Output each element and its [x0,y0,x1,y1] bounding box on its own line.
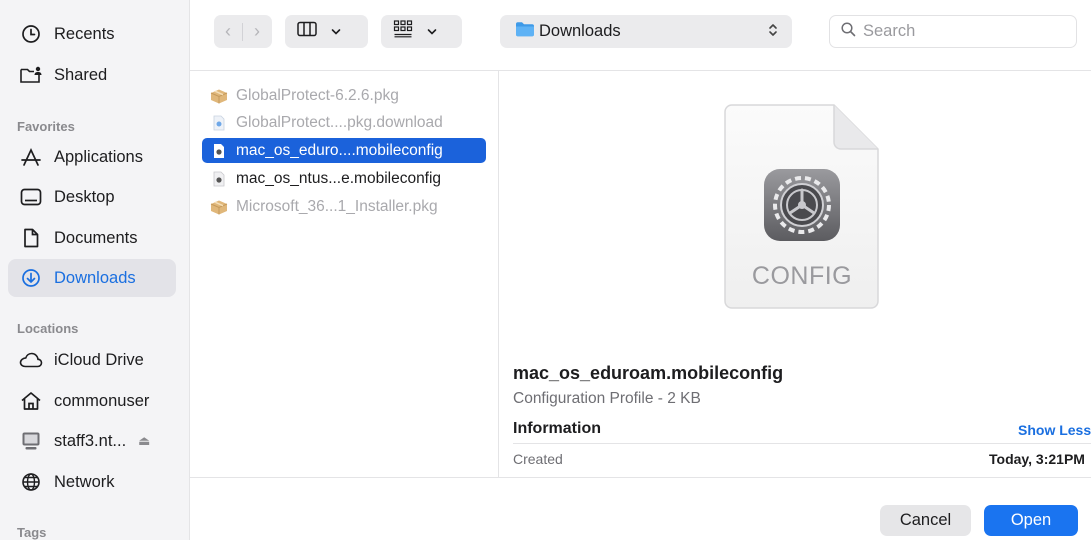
divider [190,477,1091,478]
sidebar: Recents Shared Favorites Applications De… [0,0,190,540]
download-icon [18,265,44,291]
preview-icon-label: CONFIG [751,262,853,290]
chevron-down-icon [427,23,437,41]
file-item[interactable]: GlobalProtect-6.2.6.pkg [202,83,486,108]
file-item[interactable]: mac_os_ntus...e.mobileconfig [202,166,486,191]
file-name: mac_os_eduro....mobileconfig [236,141,443,159]
globe-icon [18,469,44,495]
package-icon [210,87,228,105]
grid-group-icon [393,20,413,43]
created-value: Today, 3:21PM [989,451,1085,467]
sidebar-item-network[interactable]: Network [8,463,176,501]
created-label: Created [513,451,563,467]
applications-icon [18,144,44,170]
cancel-button[interactable]: Cancel [880,505,971,536]
favorites-header: Favorites [17,119,75,134]
config-file-icon [210,170,228,188]
sidebar-item-label: staff3.nt... [54,431,127,450]
information-header: Information [513,420,601,437]
package-icon [210,198,228,216]
sidebar-item-label: Shared [54,65,108,84]
group-by-button[interactable] [381,15,462,48]
cloud-icon [18,347,44,373]
sidebar-item-documents[interactable]: Documents [8,219,176,257]
sidebar-item-downloads[interactable]: Downloads [8,259,176,297]
open-button[interactable]: Open [984,505,1078,536]
file-name: GlobalProtect....pkg.download [236,113,443,131]
download-file-icon [210,114,228,132]
home-icon [18,388,44,414]
forward-button[interactable]: › [243,15,271,48]
sidebar-item-applications[interactable]: Applications [8,138,176,176]
file-item[interactable]: Microsoft_36...1_Installer.pkg [202,194,486,219]
sidebar-item-desktop[interactable]: Desktop [8,178,176,216]
file-name: GlobalProtect-6.2.6.pkg [236,86,399,104]
view-mode-button[interactable] [285,15,368,48]
sidebar-item-server[interactable]: staff3.nt... ⏏ [8,422,176,460]
divider [190,70,1091,71]
navigation-controls: ‹ › [214,15,272,48]
sidebar-item-shared[interactable]: Shared [8,56,176,94]
sidebar-item-label: Network [54,472,115,491]
config-file-icon [210,142,228,160]
server-display-icon [18,428,44,454]
preview-file-name: mac_os_eduroam.mobileconfig [513,363,784,383]
folder-icon [515,21,535,42]
columns-view-icon [297,21,317,42]
sidebar-item-label: Applications [54,147,143,166]
sidebar-item-label: commonuser [54,391,150,410]
location-selector[interactable]: Downloads [500,15,792,48]
preview-file-kind: Configuration Profile - 2 KB [513,390,701,407]
chevron-down-icon [331,23,341,41]
location-label: Downloads [539,22,621,40]
sidebar-item-label: Desktop [54,187,115,206]
file-name: Microsoft_36...1_Installer.pkg [236,197,438,215]
shared-folder-icon [18,62,44,88]
search-input[interactable] [863,22,1053,41]
search-icon [841,21,856,42]
eject-icon[interactable]: ⏏ [138,433,150,449]
view-mode-group [285,21,353,42]
clock-icon [18,21,44,47]
up-down-chevron-icon [768,22,778,40]
file-name: mac_os_ntus...e.mobileconfig [236,169,442,187]
document-icon [18,225,44,251]
desktop-icon [18,184,44,210]
sidebar-item-label: Recents [54,24,115,43]
file-item-selected[interactable]: mac_os_eduro....mobileconfig [202,138,486,163]
tags-header: Tags [17,525,47,540]
file-item[interactable]: GlobalProtect....pkg.download [202,110,486,135]
sidebar-item-recents[interactable]: Recents [8,15,176,53]
divider [513,443,1091,444]
sidebar-item-label: Downloads [54,268,136,287]
group-by-group [381,20,449,43]
back-button[interactable]: ‹ [214,15,242,48]
divider [498,71,499,477]
sidebar-item-icloud-drive[interactable]: iCloud Drive [8,341,176,379]
sidebar-item-home[interactable]: commonuser [8,382,176,420]
sidebar-item-label: Documents [54,228,138,247]
sidebar-item-label: iCloud Drive [54,350,144,369]
show-less-link[interactable]: Show Less [1018,422,1091,438]
locations-header: Locations [17,321,79,336]
search-box [829,15,1077,48]
